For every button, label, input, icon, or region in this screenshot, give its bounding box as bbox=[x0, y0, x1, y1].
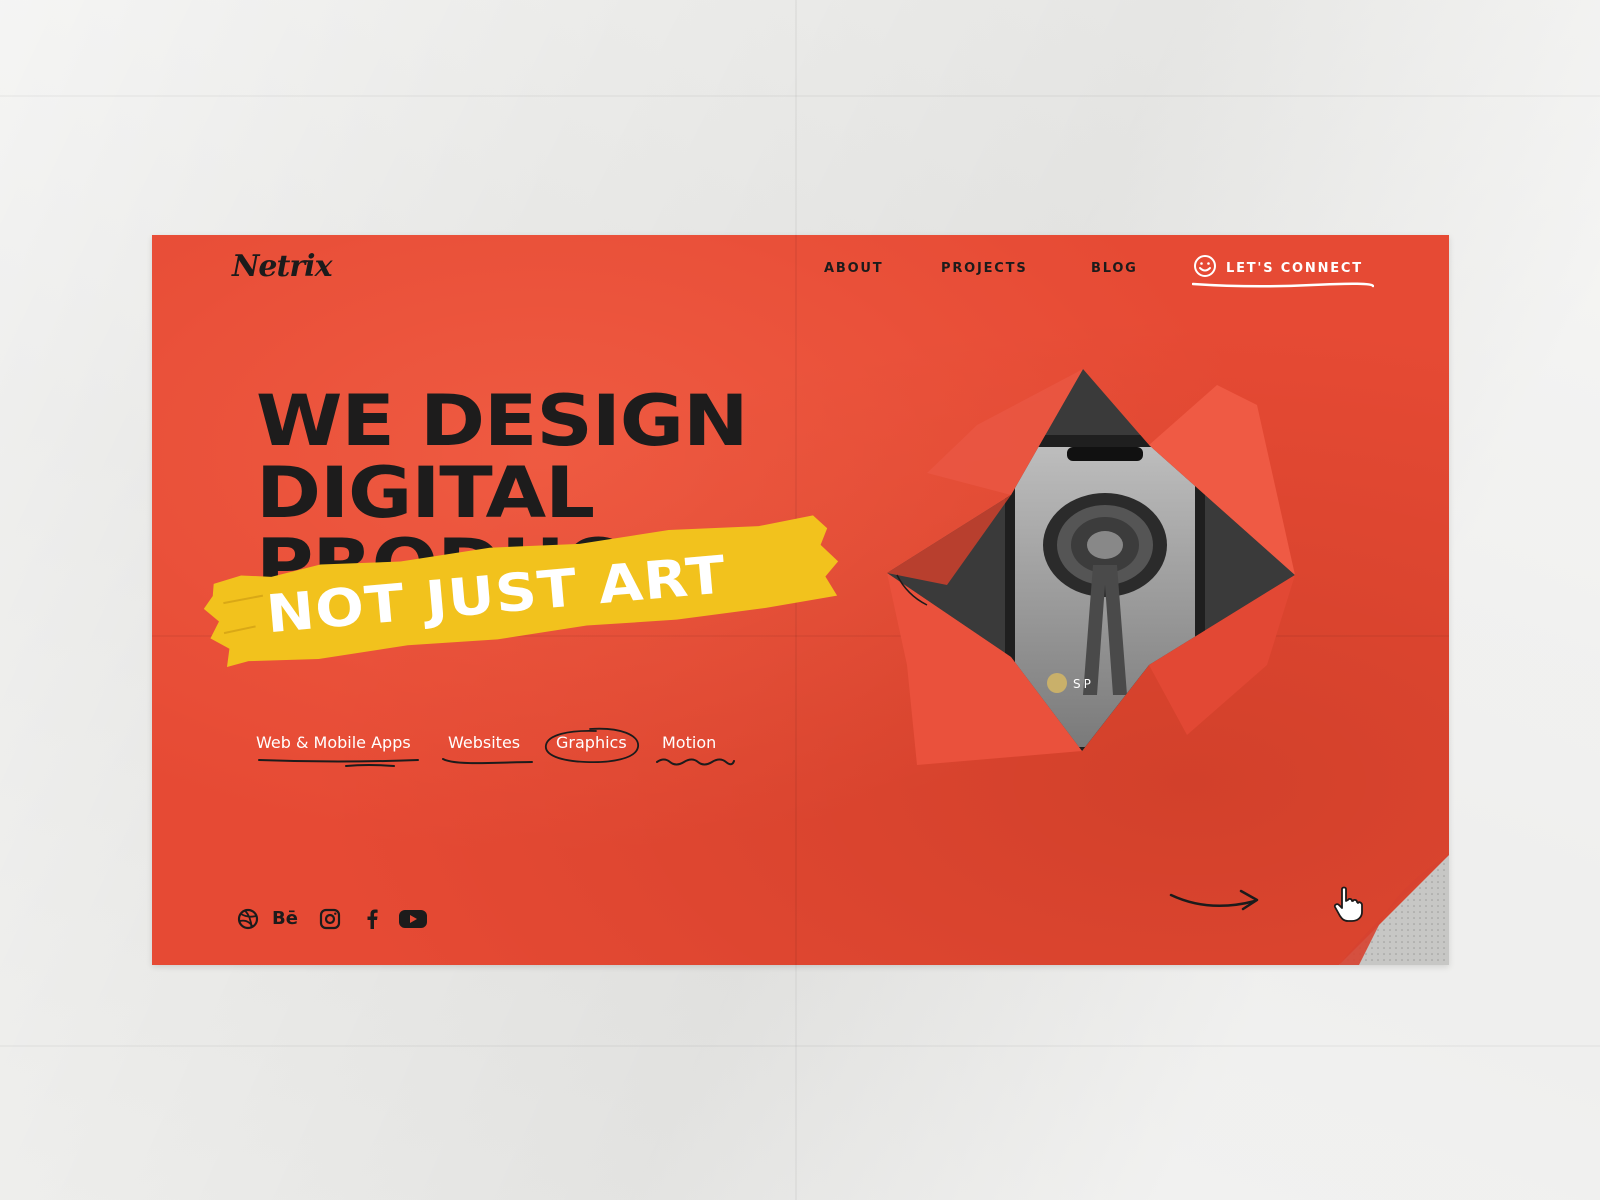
dribbble-icon[interactable] bbox=[236, 907, 260, 931]
lets-connect-button[interactable]: LET'S CONNECT bbox=[1192, 253, 1374, 288]
lets-connect-label: LET'S CONNECT bbox=[1226, 261, 1363, 276]
service-squiggle bbox=[656, 758, 735, 766]
service-underline bbox=[442, 758, 533, 765]
hand-drawn-underline bbox=[1192, 282, 1374, 288]
smiley-icon bbox=[1194, 255, 1216, 277]
nav-projects[interactable]: PROJECTS bbox=[941, 261, 1027, 276]
service-motion[interactable]: Motion bbox=[662, 733, 716, 752]
services-list: Web & Mobile Apps Websites Graphics Moti… bbox=[256, 727, 856, 783]
service-web-mobile-apps[interactable]: Web & Mobile Apps bbox=[256, 733, 411, 752]
peeled-corner bbox=[1339, 855, 1449, 965]
youtube-icon[interactable] bbox=[398, 907, 428, 931]
social-links: Bē bbox=[236, 907, 456, 933]
torn-paper-artwork: SP bbox=[887, 369, 1295, 765]
next-arrow-icon[interactable] bbox=[1169, 883, 1261, 917]
nav-blog[interactable]: BLOG bbox=[1091, 261, 1138, 276]
behance-icon[interactable]: Bē bbox=[272, 907, 302, 931]
facebook-icon[interactable] bbox=[360, 907, 384, 931]
service-underline bbox=[258, 759, 419, 767]
service-websites[interactable]: Websites bbox=[448, 733, 520, 752]
headline-line: DIGITAL bbox=[256, 452, 595, 534]
svg-text:SP: SP bbox=[1073, 677, 1094, 691]
service-circle bbox=[545, 727, 639, 764]
headline-line: WE DESIGN bbox=[256, 380, 749, 462]
instagram-icon[interactable] bbox=[318, 907, 342, 931]
paper-crease bbox=[0, 1045, 1600, 1047]
hero-poster: Netrix ABOUT PROJECTS BLOG LET'S CONNECT… bbox=[152, 235, 1449, 965]
nav-about[interactable]: ABOUT bbox=[824, 261, 883, 276]
paper-crease bbox=[0, 95, 1600, 97]
